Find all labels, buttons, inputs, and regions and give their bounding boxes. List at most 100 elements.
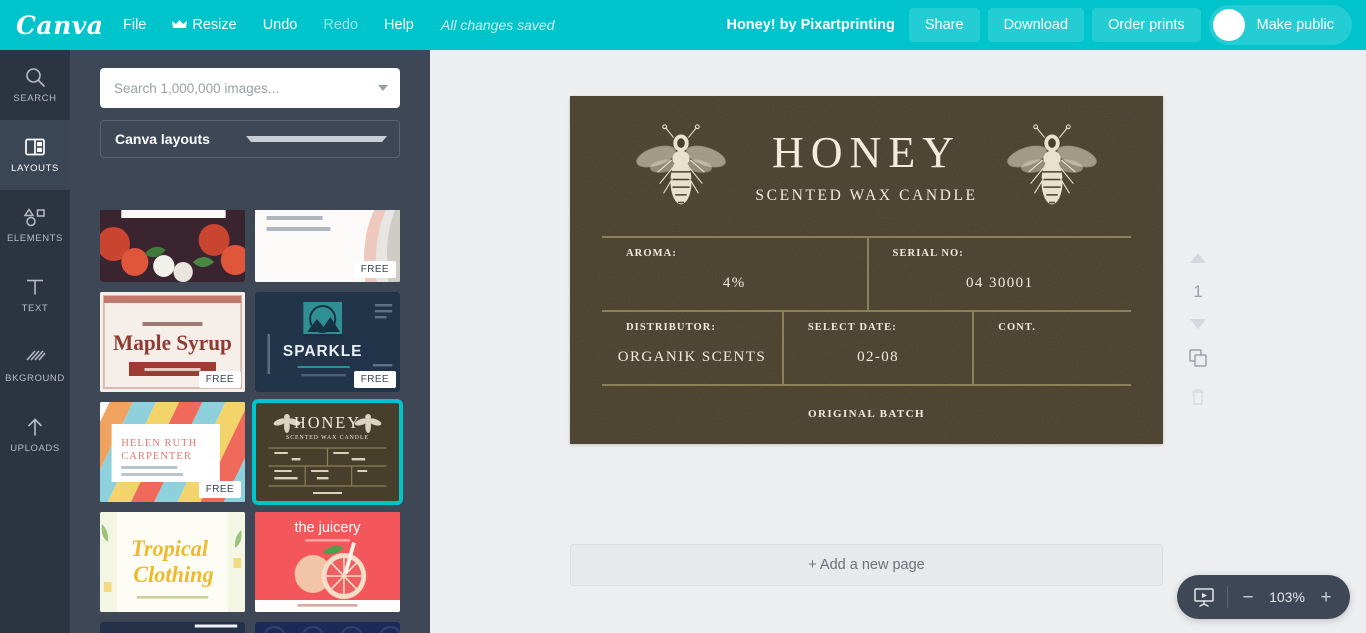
layout-thumbnail[interactable]: FREE	[255, 210, 400, 282]
chevron-down-icon	[246, 136, 387, 142]
cell-label: SERIAL NO:	[892, 248, 964, 259]
layout-thumbnail[interactable]: the juicery	[255, 512, 400, 612]
layout-thumbnail-honey-selected[interactable]: HONEY SCENTED WAX CANDLE	[252, 399, 403, 505]
elements-icon	[23, 206, 47, 228]
bee-illustration-right	[1006, 124, 1097, 205]
sidebar-item-background-label: BKGROUND	[5, 373, 65, 384]
main-menu: File Resize Undo Redo Help All changes s…	[110, 11, 555, 40]
sidebar-item-background[interactable]: BKGROUND	[0, 330, 70, 400]
sidebar-item-uploads[interactable]: UPLOADS	[0, 400, 70, 470]
duplicate-icon[interactable]	[1188, 348, 1208, 373]
sidebar-item-text-label: TEXT	[21, 303, 49, 314]
cell-label: AROMA:	[626, 248, 677, 259]
design-title: HONEY	[772, 128, 961, 177]
zoom-level: 103%	[1269, 589, 1305, 605]
design-header: HONEY SCENTED WAX CANDLE	[602, 122, 1131, 214]
present-icon[interactable]	[1193, 586, 1215, 608]
table-row: DISTRIBUTOR: ORGANIK SCENTS SELECT DATE:…	[602, 310, 1131, 384]
table-cell-aroma: AROMA: 4%	[602, 238, 867, 310]
menu-item-resize-label: Resize	[192, 16, 237, 33]
layout-thumbnail-grid[interactable]: FREE Maple Syrup FREE SPARKLE FREE HELEN…	[70, 210, 430, 633]
sidebar-item-uploads-label: UPLOADS	[10, 443, 60, 454]
layout-thumbnail[interactable]: HELEN RUTH CARPENTER FREE	[100, 402, 245, 502]
menu-item-help[interactable]: Help	[371, 11, 427, 39]
svg-text:CARPENTER: CARPENTER	[121, 450, 192, 462]
menu-item-redo[interactable]: Redo	[310, 11, 371, 39]
design-subtitle: SCENTED WAX CANDLE	[755, 187, 978, 204]
page-controls: 1	[1178, 250, 1218, 411]
layout-thumbnail[interactable]: Maple Syrup FREE	[100, 292, 245, 392]
zoom-out-button[interactable]: −	[1240, 588, 1256, 607]
cell-value: 4%	[722, 275, 746, 291]
sidebar-item-elements[interactable]: ELEMENTS	[0, 190, 70, 260]
upload-icon	[24, 416, 46, 438]
category-select-value: Canva layouts	[115, 131, 210, 147]
design-content: HONEY SCENTED WAX CANDLE AROMA: 4% SERIA…	[570, 96, 1163, 444]
sidebar-item-text[interactable]: TEXT	[0, 260, 70, 330]
svg-text:Maple Syrup: Maple Syrup	[113, 331, 232, 355]
layout-thumbnail[interactable]	[100, 210, 245, 282]
download-button[interactable]: Download	[987, 8, 1085, 42]
menu-item-file[interactable]: File	[110, 11, 159, 39]
document-title[interactable]: Honey! by Pixartprinting	[726, 17, 894, 33]
save-status: All changes saved	[440, 17, 555, 33]
canvas-stage[interactable]: HONEY SCENTED WAX CANDLE AROMA: 4% SERIA…	[430, 50, 1366, 633]
layout-thumbnail[interactable]: crystal soap	[100, 622, 245, 633]
make-public-toggle[interactable]: Make public	[1208, 5, 1352, 45]
svg-text:the juicery: the juicery	[294, 520, 361, 536]
free-badge: FREE	[198, 481, 241, 498]
search-input[interactable]	[114, 80, 378, 96]
background-icon	[24, 346, 46, 368]
svg-text:HONEY: HONEY	[294, 413, 361, 432]
zoom-bar: − 103% +	[1177, 575, 1350, 619]
chevron-up-icon[interactable]	[1190, 250, 1206, 268]
avatar	[1212, 9, 1245, 41]
svg-text:Clothing: Clothing	[133, 562, 213, 587]
table-cell-cont: CONT.	[972, 312, 1131, 384]
table-cell-distributor: DISTRIBUTOR: ORGANIK SCENTS	[602, 312, 782, 384]
sidebar-item-search[interactable]: SEARCH	[0, 50, 70, 120]
cell-value: 04 30001	[966, 275, 1034, 291]
sidebar-item-layouts[interactable]: LAYOUTS	[0, 120, 70, 190]
sidebar-item-layouts-label: LAYOUTS	[11, 163, 59, 174]
cell-value: 02-08	[857, 349, 900, 365]
design-titles: HONEY SCENTED WAX CANDLE	[755, 131, 977, 205]
layouts-panel: Canva layouts	[70, 50, 430, 633]
table-cell-select-date: SELECT DATE: 02-08	[781, 312, 972, 384]
divider	[1227, 586, 1228, 608]
chevron-down-icon[interactable]	[378, 85, 388, 91]
top-bar: Canva File Resize Undo Redo Help All cha…	[0, 0, 1366, 50]
layout-thumbnail[interactable]: SPARKLE FREE	[255, 292, 400, 392]
canva-logo[interactable]: Canva	[0, 11, 110, 40]
category-select[interactable]: Canva layouts	[100, 120, 400, 158]
zoom-in-button[interactable]: +	[1318, 588, 1334, 607]
layouts-icon	[24, 136, 46, 158]
add-new-page-button[interactable]: + Add a new page	[570, 544, 1163, 586]
page-number: 1	[1193, 282, 1203, 301]
trash-icon[interactable]	[1189, 387, 1207, 411]
design-spec-table: AROMA: 4% SERIAL NO: 04 30001 DISTRIBUTO…	[602, 236, 1131, 386]
menu-item-undo[interactable]: Undo	[250, 11, 311, 39]
left-rail: SEARCH LAYOUTS ELEMENTS TEXT BKGROUND UP…	[0, 50, 70, 633]
panel-header: Canva layouts	[70, 50, 430, 158]
table-row: AROMA: 4% SERIAL NO: 04 30001	[602, 238, 1131, 310]
cell-value: ORGANIK SCENTS	[617, 349, 767, 365]
svg-text:SPARKLE: SPARKLE	[283, 343, 362, 360]
design-canvas[interactable]: HONEY SCENTED WAX CANDLE AROMA: 4% SERIA…	[570, 96, 1163, 444]
search-box[interactable]	[100, 68, 400, 108]
svg-text:Tropical: Tropical	[131, 536, 209, 561]
share-button[interactable]: Share	[908, 8, 980, 42]
free-badge: FREE	[353, 371, 396, 388]
menu-item-resize[interactable]: Resize	[159, 11, 249, 40]
order-prints-button[interactable]: Order prints	[1092, 8, 1201, 42]
cell-label: DISTRIBUTOR:	[626, 322, 717, 333]
bee-illustration-left	[636, 124, 727, 205]
chevron-down-icon[interactable]	[1190, 316, 1206, 334]
top-bar-actions: Honey! by Pixartprinting Share Download …	[726, 5, 1366, 45]
layout-thumbnail[interactable]: Tropical Clothing	[100, 512, 245, 612]
text-icon	[24, 276, 46, 298]
layout-thumbnail[interactable]: Spoons & Forks	[255, 622, 400, 633]
sidebar-item-search-label: SEARCH	[13, 93, 57, 104]
make-public-label: Make public	[1256, 17, 1334, 33]
cell-label: CONT.	[998, 322, 1036, 333]
